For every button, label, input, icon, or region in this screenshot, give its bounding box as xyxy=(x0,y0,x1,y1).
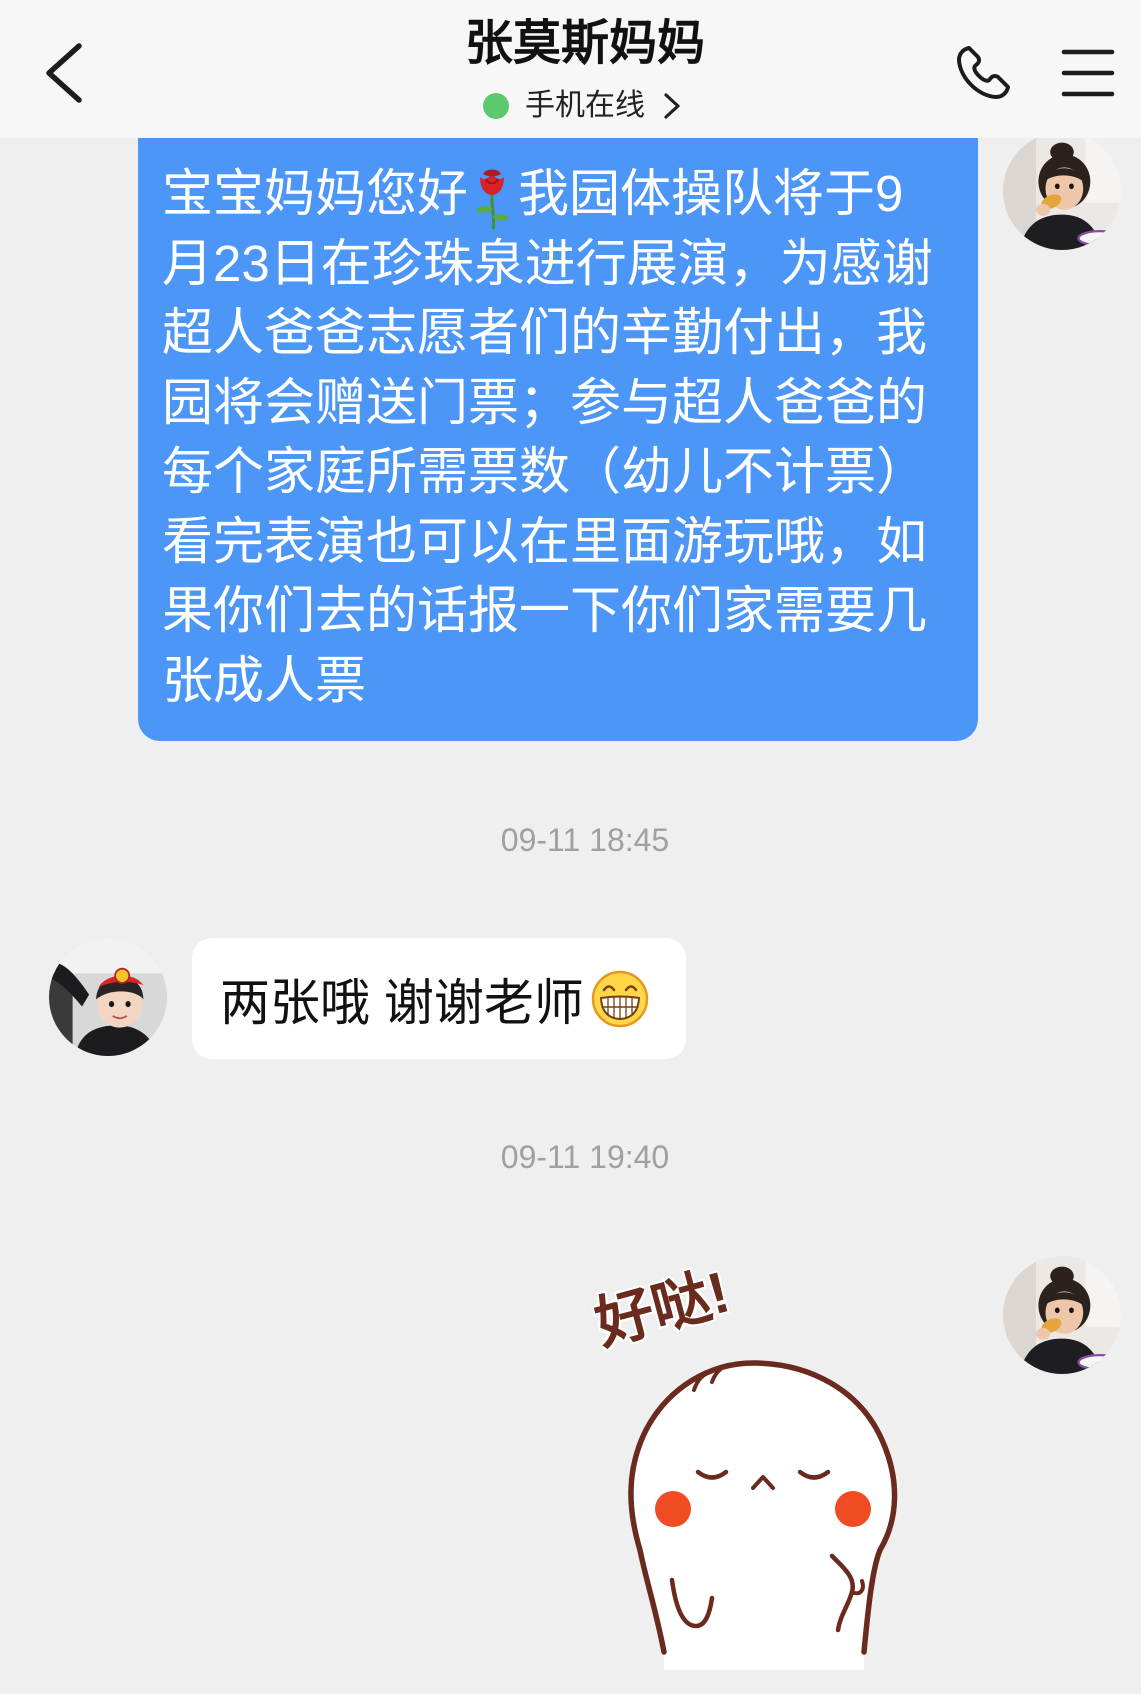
my-avatar[interactable] xyxy=(1003,1256,1121,1374)
message-line: 看完表演也可以在里面游玩哦，如 xyxy=(162,512,928,570)
avatar-photo xyxy=(1003,132,1121,250)
message-timestamp: 09-11 18:45 xyxy=(500,822,670,858)
sticker-right-cheek xyxy=(835,1491,871,1527)
avatar-photo xyxy=(49,938,167,1056)
incoming-message-bubble[interactable]: 两张哦 谢谢老师 xyxy=(192,938,686,1059)
message-timestamp: 09-11 19:40 xyxy=(500,1139,670,1175)
outgoing-message-bubble[interactable]: 宝宝妈妈您好 我园体操队将于9 月23日在珍珠泉进行展演，为感谢 超人爸爸志愿者… xyxy=(138,116,978,741)
chevron-right-icon xyxy=(664,93,680,119)
online-status[interactable]: 手机在线 xyxy=(483,87,681,125)
rose-emoji-icon xyxy=(470,165,514,231)
online-dot xyxy=(483,93,509,119)
message-line: 张成人票 xyxy=(162,651,367,709)
back-button[interactable] xyxy=(38,40,94,108)
my-avatar[interactable] xyxy=(1003,132,1121,250)
menu-icon xyxy=(1061,49,1115,97)
message-line: 月23日在珍珠泉进行展演，为感谢 xyxy=(162,234,933,292)
message-line: 每个家庭所需票数（幼儿不计票） xyxy=(162,443,928,500)
message-text: 我园体操队将于9 xyxy=(518,165,904,222)
more-menu-button[interactable] xyxy=(1060,46,1116,100)
contact-name: 张莫斯妈妈 xyxy=(464,17,706,70)
online-status-text: 手机在线 xyxy=(525,89,645,122)
sticker-left-cheek xyxy=(655,1491,691,1527)
message-text: 两张哦 谢谢老师 xyxy=(220,974,584,1031)
chevron-left-icon xyxy=(46,43,82,103)
phone-icon xyxy=(957,46,1010,99)
contact-avatar[interactable] xyxy=(49,938,167,1056)
message-line: 宝宝妈妈您好 我园体操队将于9 xyxy=(162,159,978,229)
message-line: 园将会赠送门票；参与超人爸爸的 xyxy=(162,373,928,431)
message-line: 超人爸爸志愿者们的辛勤付出，我 xyxy=(162,304,928,361)
avatar-photo xyxy=(1003,1256,1121,1374)
chat-header: 张莫斯妈妈 手机在线 xyxy=(0,0,1141,138)
message-line: 果你们去的话报一下你们家需要几 xyxy=(162,582,928,639)
message-text: 宝宝妈妈您好 xyxy=(162,165,469,222)
grin-emoji-icon xyxy=(591,970,649,1027)
call-button[interactable] xyxy=(952,40,1016,104)
